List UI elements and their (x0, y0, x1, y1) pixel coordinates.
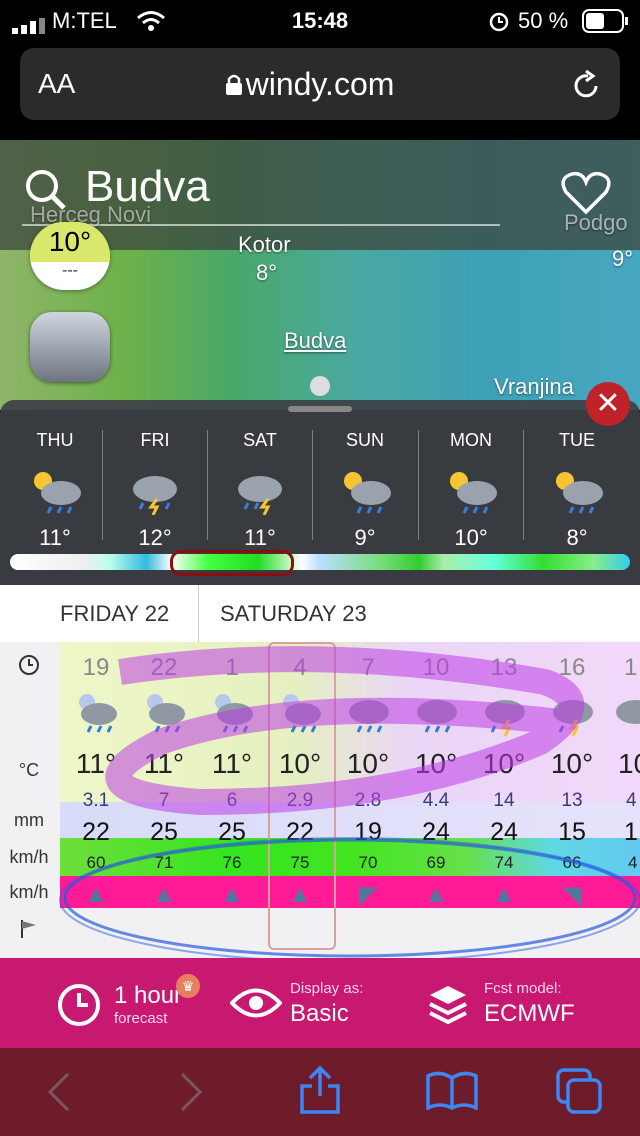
forecast-timeline[interactable] (10, 554, 630, 570)
map-label-podgo: Podgo (564, 210, 628, 235)
day-header-saturday: SATURDAY 23 (220, 601, 367, 626)
share-icon[interactable] (298, 1064, 342, 1121)
display-as-value[interactable]: Basic (290, 1000, 349, 1028)
daily-forecast-panel: THU 11° FRI 12° SAT 11° SUN 9° MON 10° T… (0, 400, 640, 585)
day-name: SAT (243, 430, 277, 450)
badge-temp: 10° (30, 222, 110, 262)
day-name: TUE (559, 430, 595, 450)
day-column[interactable]: TUE 8° (524, 430, 630, 551)
forecast-options-bar: 1 hour forecast ♛ Display as: Basic Fcst… (0, 958, 640, 1048)
cloud-thunder-rain-icon (125, 465, 185, 516)
drawing-annotation (59, 646, 640, 958)
battery-icon (582, 9, 630, 39)
current-temp-badge[interactable]: 10° --- (30, 222, 110, 290)
reload-icon[interactable] (570, 69, 602, 107)
forecast-interval-label: forecast (114, 1010, 168, 1027)
back-icon[interactable] (46, 1072, 72, 1117)
map-label-kotor-temp: 8° (256, 260, 278, 285)
premium-crown-icon: ♛ (176, 974, 200, 998)
url-domain: windy.com (245, 66, 395, 102)
map-label-vranjina: Vranjina (494, 374, 574, 399)
day-name: MON (450, 430, 492, 450)
map-label-podgo-temp: 9° (612, 246, 634, 271)
weather-map[interactable]: Budva Herceg Novi Podgo 9° Kotor 8° Budv… (0, 140, 640, 410)
battery-percent: 50 % (518, 8, 569, 33)
map-label-kotor: Kotor (238, 232, 291, 257)
day-temp: 10° (454, 525, 488, 550)
model-value[interactable]: ECMWF (484, 1000, 575, 1028)
day-header-friday: FRIDAY 22 (60, 601, 170, 626)
drag-handle[interactable] (288, 406, 352, 412)
display-as-label: Display as: (290, 980, 364, 997)
day-column[interactable]: MON 10° (418, 430, 524, 551)
hourly-table: FRIDAY 22 SATURDAY 23 °C mm km/h km/h 19… (0, 585, 640, 960)
tabs-icon[interactable] (556, 1068, 604, 1119)
day-temp: 12° (138, 525, 172, 550)
close-button[interactable]: ✕ (586, 382, 630, 426)
browser-toolbar (0, 1048, 640, 1136)
map-label-budva[interactable]: Budva (284, 328, 346, 354)
cloud-thunder-rain-icon (230, 465, 290, 516)
badge-sub: --- (62, 262, 78, 279)
alarm-icon (488, 10, 510, 38)
sun-cloud-rain-icon (335, 465, 395, 515)
status-bar: M:TEL 15:48 50 % (0, 0, 640, 40)
bookmarks-icon[interactable] (426, 1070, 478, 1115)
day-column[interactable]: SUN 9° (312, 430, 418, 551)
sun-cloud-rain-icon (547, 465, 607, 515)
sun-cloud-rain-icon (25, 465, 85, 515)
hourly-grid[interactable]: °C mm km/h km/h 19 11° 3.1 22 60 ▲ 22 11… (0, 642, 640, 958)
day-temp: 8° (566, 525, 588, 550)
day-temp: 11° (244, 525, 276, 550)
forward-icon[interactable] (178, 1072, 204, 1117)
day-name: SUN (345, 430, 384, 450)
day-name: THU (36, 430, 74, 450)
model-label: Fcst model: (484, 980, 562, 997)
location-marker (310, 376, 330, 396)
eye-icon (229, 986, 283, 1025)
layers-icon (428, 982, 468, 1031)
day-column[interactable]: SAT 11° (207, 430, 313, 551)
day-temp: 9° (354, 525, 376, 550)
day-column[interactable]: THU 11° (2, 430, 108, 551)
browser-address-area: AA windy.com (0, 40, 640, 140)
webcam-thumbnail[interactable] (30, 312, 110, 382)
sun-cloud-rain-icon (441, 465, 501, 515)
day-name: FRI (140, 430, 170, 450)
forecast-interval-value[interactable]: 1 hour (114, 982, 182, 1010)
day-temp: 11° (39, 525, 71, 550)
address-bar[interactable]: AA windy.com (20, 48, 620, 120)
timeline-selection[interactable] (170, 550, 294, 576)
clock-icon (56, 982, 102, 1033)
day-column[interactable]: FRI 12° (102, 430, 208, 551)
